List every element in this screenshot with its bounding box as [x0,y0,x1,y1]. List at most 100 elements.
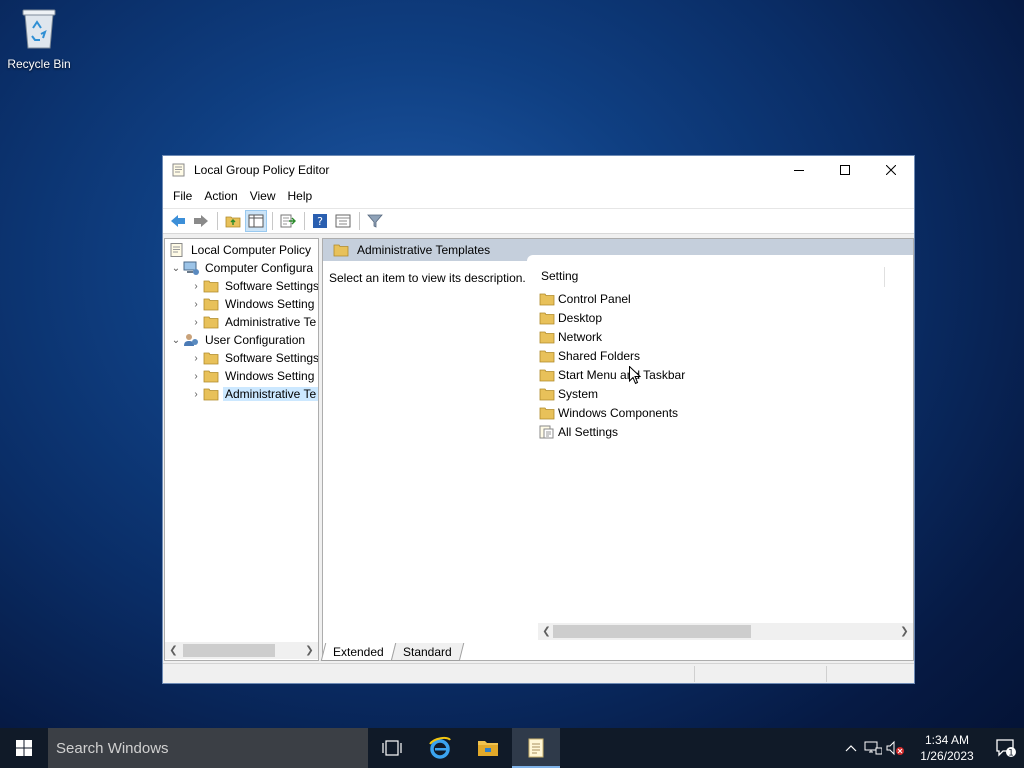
settings-list-item-label: Shared Folders [558,349,641,363]
menu-help[interactable]: Help [282,189,319,203]
folder-icon [539,388,555,401]
close-button[interactable] [868,156,914,184]
properties-icon [335,214,351,228]
tree-item-cc-software-settings[interactable]: › Software Settings [189,277,318,295]
all-settings-icon [539,425,554,439]
view-tabs: Extended Standard [320,641,464,661]
windows-logo-icon [16,740,32,756]
task-view-button[interactable] [368,728,416,768]
back-button[interactable] [167,210,189,232]
start-button[interactable] [0,728,48,768]
settings-list-item[interactable]: Desktop [539,309,602,327]
tree-item-user-configuration[interactable]: ⌄ User Configuration [169,331,307,349]
folder-icon [203,352,219,365]
forward-arrow-icon [194,215,208,227]
chevron-right-icon[interactable]: › [189,353,203,364]
title-bar[interactable]: Local Group Policy Editor [163,156,914,184]
tree-item-uc-windows-settings[interactable]: › Windows Setting [189,367,316,385]
chevron-right-icon[interactable]: › [189,281,203,292]
action-center-button[interactable]: 1 [988,728,1024,768]
chevron-right-icon[interactable]: › [189,317,203,328]
toolbar-separator [359,212,360,230]
chevron-right-icon[interactable]: › [189,371,203,382]
clock-date: 1/26/2023 [920,749,974,763]
settings-list-item[interactable]: Shared Folders [539,347,640,365]
settings-list-item-label: Network [558,330,603,344]
settings-list-item-label: Windows Components [558,406,679,420]
menu-view[interactable]: View [244,189,282,203]
filter-icon [367,214,383,228]
settings-list-item[interactable]: All Settings [539,423,618,441]
chevron-up-icon [845,745,857,752]
column-header-setting[interactable]: Setting [541,269,578,283]
folder-up-icon [225,216,241,228]
chevron-right-icon[interactable]: › [189,389,203,400]
settings-list-item[interactable]: Start Menu and Taskbar [539,366,685,384]
console-tree[interactable]: Local Computer Policy ⌄ Computer Configu… [164,238,319,661]
settings-list-item-label: Control Panel [558,292,631,306]
help-button[interactable]: ? [309,210,331,232]
tree-item-uc-software-settings[interactable]: › Software Settings [189,349,318,367]
close-icon [886,165,896,175]
settings-list-item[interactable]: Control Panel [539,290,631,308]
clock-time: 1:34 AM [924,733,970,747]
tree-item-cc-administrative-templates[interactable]: › Administrative Te [189,313,318,331]
scroll-left-icon[interactable]: ❮ [165,642,182,659]
tree-horizontal-scrollbar[interactable]: ❮ ❯ [165,642,318,659]
taskbar-file-explorer[interactable] [464,728,512,768]
chevron-down-icon[interactable]: ⌄ [169,335,183,346]
filter-button[interactable] [364,210,386,232]
tab-extended[interactable]: Extended [320,643,396,661]
volume-button[interactable] [884,728,906,768]
recycle-bin-icon [22,9,56,49]
maximize-button[interactable] [822,156,868,184]
svg-text:1: 1 [1008,749,1014,759]
forward-button[interactable] [190,210,212,232]
taskbar-internet-explorer[interactable] [416,728,464,768]
users-icon [184,334,198,346]
recycle-bin-label: Recycle Bin [7,57,71,71]
network-status-button[interactable] [862,728,884,768]
scroll-right-icon[interactable]: ❯ [896,623,913,640]
tree-item-computer-configuration[interactable]: ⌄ Computer Configura [169,259,315,277]
status-divider [826,666,827,682]
tree-item-local-computer-policy[interactable]: Local Computer Policy [169,241,313,259]
menu-file[interactable]: File [167,189,198,203]
show-hidden-icons-button[interactable] [840,728,862,768]
properties-button[interactable] [332,210,354,232]
scrollbar-thumb[interactable] [183,644,275,657]
file-explorer-icon [478,741,498,756]
up-one-level-button[interactable] [222,210,244,232]
chevron-down-icon[interactable]: ⌄ [169,263,183,274]
tree-item-cc-windows-settings[interactable]: › Windows Setting [189,295,316,313]
recycle-bin-desktop-icon[interactable]: Recycle Bin [6,6,72,71]
system-tray: 1:34 AM 1/26/2023 1 [840,728,1024,768]
settings-list-item[interactable]: System [539,385,598,403]
column-separator[interactable] [884,267,885,287]
details-horizontal-scrollbar[interactable]: ❮ ❯ [538,623,913,640]
settings-list-item[interactable]: Network [539,328,602,346]
minimize-button[interactable] [776,156,822,184]
folder-icon [203,388,219,401]
export-list-button[interactable] [277,210,299,232]
tab-standard[interactable]: Standard [390,643,464,661]
folder-icon [203,280,219,293]
console-tree-icon [248,214,264,228]
settings-list-item-label: Desktop [558,311,603,325]
help-icon: ? [313,214,327,228]
taskbar-search-box[interactable]: Search Windows [48,728,368,768]
show-hide-tree-button[interactable] [245,210,267,232]
folder-icon [203,316,219,329]
scroll-right-icon[interactable]: ❯ [301,642,318,659]
toolbar-separator [304,212,305,230]
computer-icon [183,261,199,275]
toolbar-separator [217,212,218,230]
taskbar-group-policy-editor[interactable] [512,728,560,768]
settings-list-item[interactable]: Windows Components [539,404,678,422]
scrollbar-thumb[interactable] [553,625,751,638]
menu-action[interactable]: Action [198,189,243,203]
taskbar-clock[interactable]: 1:34 AM 1/26/2023 [912,732,982,764]
network-icon [864,741,882,755]
tree-item-uc-administrative-templates[interactable]: › Administrative Te [189,385,318,403]
chevron-right-icon[interactable]: › [189,299,203,310]
